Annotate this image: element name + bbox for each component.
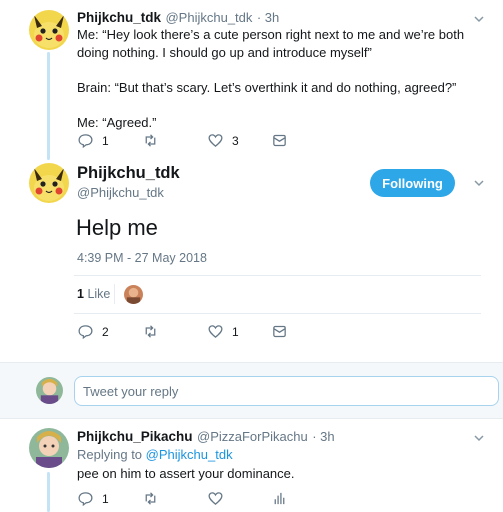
reply-input[interactable]: Tweet your reply — [74, 376, 499, 406]
like-stat-count: 1 — [77, 287, 84, 301]
reply-action[interactable]: 1 — [77, 490, 109, 507]
replying-to-link[interactable]: @Phijkchu_tdk — [146, 447, 233, 462]
heart-icon — [208, 134, 223, 147]
tweet-text: Help me — [76, 215, 158, 240]
analytics-action[interactable] — [271, 490, 288, 507]
reply-icon — [78, 134, 93, 149]
tweet-header: Phijkchu_Pikachu @PizzaForPikachu · 3h — [77, 428, 335, 446]
chevron-down-icon[interactable] — [472, 176, 486, 190]
chevron-down-icon[interactable] — [472, 431, 486, 445]
thread-line-top — [47, 52, 50, 160]
chevron-down-icon[interactable] — [472, 12, 486, 26]
heart-icon — [208, 492, 223, 505]
avatar — [36, 377, 63, 404]
like-stat-label: Like — [87, 287, 111, 301]
liker-divider — [114, 284, 115, 304]
bar-chart-icon — [274, 492, 285, 505]
avatar[interactable] — [29, 163, 69, 203]
dm-action[interactable] — [271, 323, 288, 340]
replying-to-prefix: Replying to — [77, 447, 143, 462]
reply-icon — [78, 492, 93, 507]
tweet-text: pee on him to assert your dominance. — [77, 466, 295, 481]
divider — [74, 275, 481, 276]
retweet-icon — [145, 134, 156, 147]
divider — [74, 313, 481, 314]
envelope-icon — [273, 325, 286, 338]
replying-to: Replying to @Phijkchu_tdk — [77, 447, 233, 462]
author-handle[interactable]: @PizzaForPikachu — [197, 429, 308, 444]
author-name[interactable]: Phijkchu_Pikachu — [77, 429, 193, 444]
envelope-icon — [273, 134, 286, 147]
like-count: 3 — [232, 133, 239, 148]
reply-count: 1 — [102, 133, 109, 148]
retweet-action[interactable] — [142, 323, 167, 340]
reply-action[interactable]: 2 — [77, 323, 109, 340]
like-stats[interactable]: 1 Like — [77, 287, 110, 301]
liker-avatar[interactable] — [124, 285, 143, 304]
reply-count: 1 — [102, 491, 109, 506]
following-button[interactable]: Following — [370, 169, 455, 197]
tweet-header: Phijkchu_tdk @Phijkchu_tdk · 3h — [77, 9, 279, 27]
tweet-time[interactable]: · 3h — [257, 10, 279, 25]
retweet-icon — [145, 492, 156, 505]
author-name[interactable]: Phijkchu_tdk — [77, 164, 180, 183]
tweet-text: Me: “Hey look there’s a cute person righ… — [77, 27, 465, 130]
like-action[interactable]: 1 — [207, 323, 239, 340]
like-action[interactable] — [207, 490, 232, 507]
tweet-timestamp[interactable]: 4:39 PM - 27 May 2018 — [77, 251, 207, 265]
retweet-action[interactable] — [142, 490, 167, 507]
avatar[interactable] — [29, 428, 69, 468]
thread-line-bottom — [47, 472, 50, 512]
author-handle[interactable]: @Phijkchu_tdk — [165, 10, 252, 25]
reply-icon — [78, 325, 93, 340]
reply-count: 2 — [102, 324, 109, 339]
tweet-time[interactable]: · 3h — [312, 429, 334, 444]
retweet-icon — [145, 325, 156, 338]
reply-action[interactable]: 1 — [77, 132, 109, 149]
like-count: 1 — [232, 324, 239, 339]
author-name[interactable]: Phijkchu_tdk — [77, 10, 161, 25]
like-action[interactable]: 3 — [207, 132, 239, 149]
heart-icon — [208, 325, 223, 338]
avatar[interactable] — [29, 10, 69, 50]
retweet-action[interactable] — [142, 132, 167, 149]
dm-action[interactable] — [271, 132, 288, 149]
author-handle[interactable]: @Phijkchu_tdk — [77, 185, 164, 200]
